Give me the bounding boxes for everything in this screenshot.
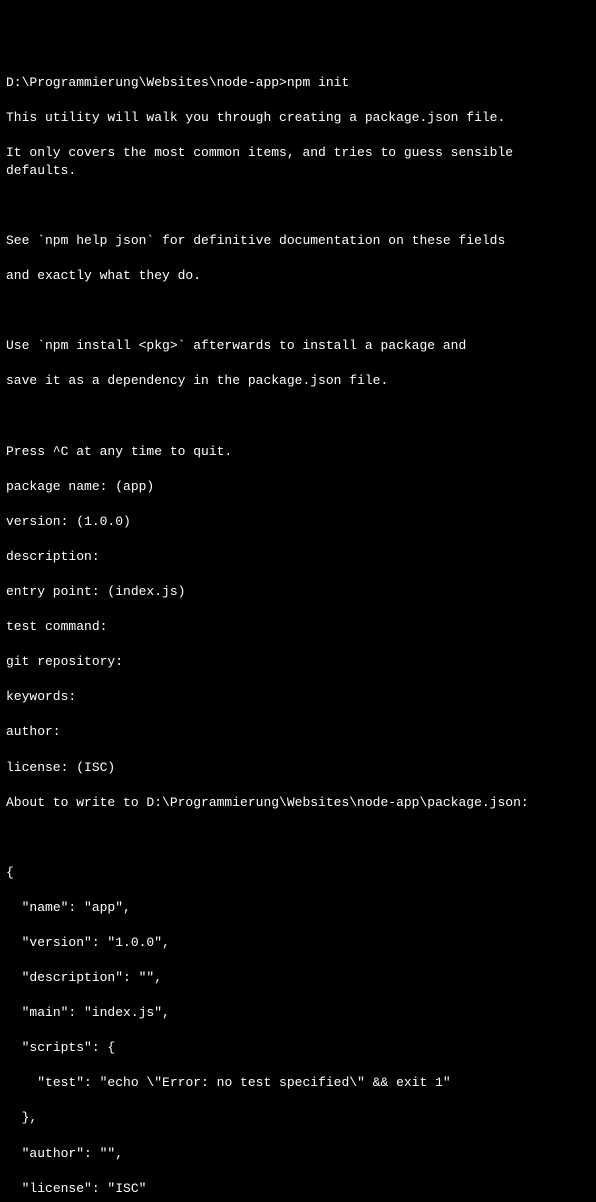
json-open: { (6, 864, 590, 882)
intro-line-2: It only covers the most common items, an… (6, 144, 590, 179)
json-description: "description": "", (6, 969, 590, 987)
intro-line-1: This utility will walk you through creat… (6, 109, 590, 127)
json-test: "test": "echo \"Error: no test specified… (6, 1074, 590, 1092)
prompt-path: D:\Programmierung\Websites\node-app> (6, 75, 287, 90)
field-version[interactable]: version: (1.0.0) (6, 513, 590, 531)
json-scripts-open: "scripts": { (6, 1039, 590, 1057)
blank-line (6, 829, 590, 847)
intro-line-5: Use `npm install <pkg>` afterwards to in… (6, 337, 590, 355)
json-name: "name": "app", (6, 899, 590, 917)
json-scripts-close: }, (6, 1109, 590, 1127)
field-entry-point[interactable]: entry point: (index.js) (6, 583, 590, 601)
field-git-repository[interactable]: git repository: (6, 653, 590, 671)
field-package-name[interactable]: package name: (app) (6, 478, 590, 496)
json-author: "author": "", (6, 1145, 590, 1163)
write-notice: About to write to D:\Programmierung\Webs… (6, 794, 590, 812)
intro-line-3: See `npm help json` for definitive docum… (6, 232, 590, 250)
field-description[interactable]: description: (6, 548, 590, 566)
json-main: "main": "index.js", (6, 1004, 590, 1022)
intro-line-6: save it as a dependency in the package.j… (6, 372, 590, 390)
blank-line (6, 408, 590, 426)
json-version: "version": "1.0.0", (6, 934, 590, 952)
prompt-command[interactable]: npm init (287, 75, 349, 90)
json-license: "license": "ISC" (6, 1180, 590, 1198)
blank-line (6, 302, 590, 320)
intro-line-7: Press ^C at any time to quit. (6, 443, 590, 461)
field-test-command[interactable]: test command: (6, 618, 590, 636)
blank-line (6, 197, 590, 215)
field-keywords[interactable]: keywords: (6, 688, 590, 706)
intro-line-4: and exactly what they do. (6, 267, 590, 285)
field-license[interactable]: license: (ISC) (6, 759, 590, 777)
field-author[interactable]: author: (6, 723, 590, 741)
prompt-line: D:\Programmierung\Websites\node-app>npm … (6, 74, 590, 92)
